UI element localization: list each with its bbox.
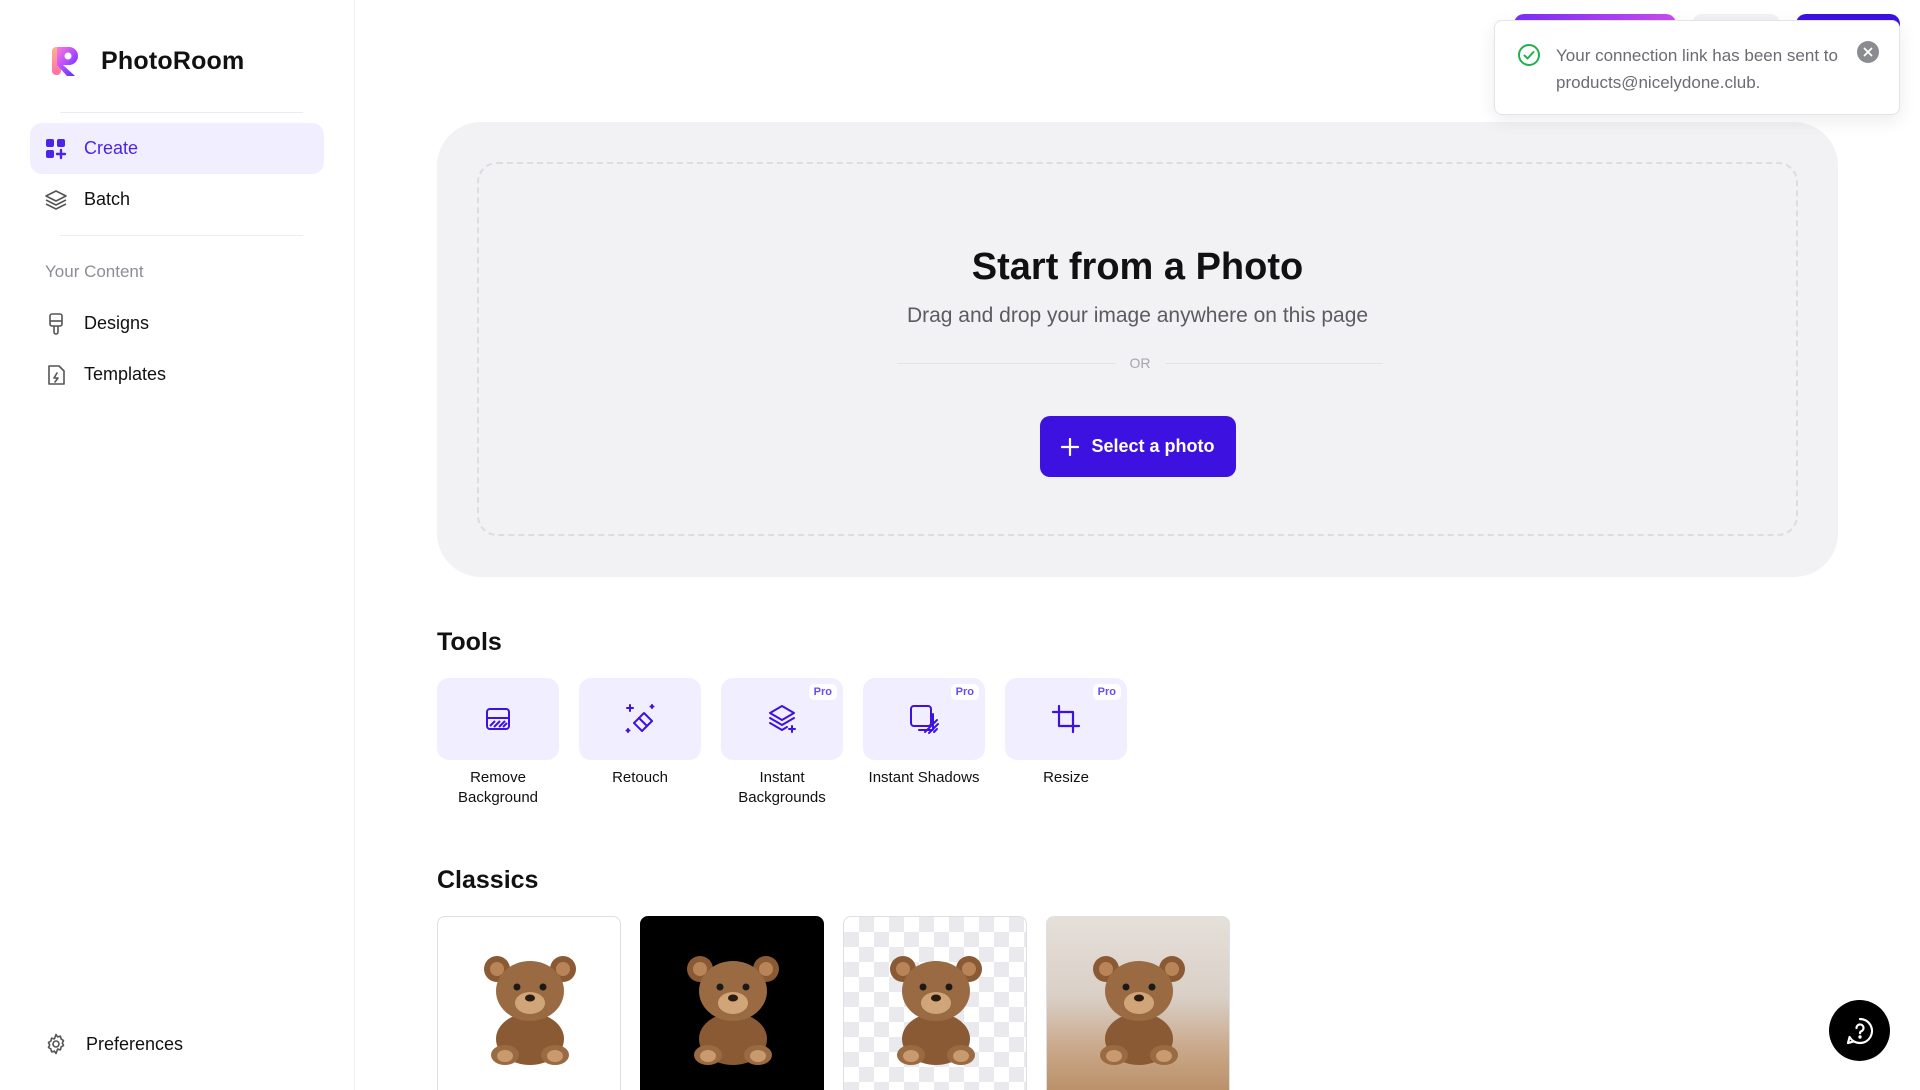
preferences-link[interactable]: Preferences — [44, 1032, 183, 1056]
gear-icon — [47, 1033, 65, 1055]
tool-tile[interactable]: Pro — [1005, 678, 1127, 760]
classics-title: Classics — [437, 866, 539, 894]
sidebar-divider — [60, 235, 303, 236]
teddy-bear-image — [484, 956, 576, 1065]
classic-transparent-background[interactable] — [843, 916, 1027, 1090]
close-icon[interactable] — [1857, 41, 1879, 63]
tool-tile[interactable] — [437, 678, 559, 760]
layers-sparkle-icon — [769, 705, 796, 733]
toast-notification: Your connection link has been sent to pr… — [1494, 20, 1900, 115]
select-photo-label: Select a photo — [1091, 436, 1215, 456]
classic-black-background[interactable] — [640, 916, 824, 1090]
classic-room-scene-background[interactable] — [1046, 916, 1230, 1090]
help-button[interactable] — [1829, 1000, 1890, 1061]
toast-message: Your connection link has been sent to pr… — [1556, 46, 1838, 92]
sidebar-divider — [60, 112, 303, 113]
brand-name: PhotoRoom — [101, 46, 245, 75]
pro-badge: Pro — [808, 684, 837, 700]
help-chat-icon — [1846, 1017, 1873, 1044]
teddy-bear-image — [890, 956, 982, 1065]
paintbrush-icon — [44, 312, 68, 336]
grid-plus-icon — [44, 137, 68, 161]
separator-line — [897, 362, 1116, 364]
tool-tile[interactable]: Pro — [721, 678, 843, 760]
brand[interactable]: PhotoRoom — [49, 43, 244, 79]
tool-tile[interactable]: Pro — [863, 678, 985, 760]
sidebar-item-label: Designs — [84, 313, 150, 333]
upload-title: Start from a Photo — [971, 246, 1304, 288]
tool-tile[interactable] — [579, 678, 701, 760]
sidebar-item-create[interactable]: Create — [30, 123, 324, 174]
upload-subtitle: Drag and drop your image anywhere on thi… — [906, 304, 1369, 327]
sidebar-item-label: Create — [84, 138, 139, 158]
photoroom-logo-icon — [52, 47, 78, 76]
tool-label: Resize — [1043, 769, 1089, 786]
plus-icon — [1061, 437, 1080, 456]
tool-label: Instant Shadows — [868, 769, 980, 786]
tool-resize[interactable]: Pro Resize — [1005, 678, 1127, 788]
upload-card: Start from a Photo Drag and drop your im… — [437, 122, 1838, 577]
pro-badge: Pro — [1092, 684, 1121, 700]
tool-instant-backgrounds[interactable]: Pro Instant Backgrounds — [721, 678, 843, 808]
tools-title: Tools — [437, 628, 502, 656]
remove-background-icon — [486, 708, 510, 730]
shadow-square-icon — [910, 705, 939, 734]
check-circle-icon — [1518, 44, 1540, 66]
your-content-label: Your Content — [45, 262, 144, 281]
tool-label: Instant Backgrounds — [738, 769, 826, 806]
tool-label: Remove Background — [457, 769, 539, 806]
separator-line — [1164, 362, 1383, 364]
pro-badge: Pro — [950, 684, 979, 700]
tool-retouch[interactable]: Retouch — [579, 678, 701, 788]
or-separator: OR — [897, 353, 1383, 373]
sidebar-item-label: Templates — [84, 364, 167, 384]
preferences-label: Preferences — [86, 1033, 184, 1054]
teddy-bear-image — [687, 956, 779, 1065]
classic-white-background[interactable] — [437, 916, 621, 1090]
sidebar-item-label: Batch — [84, 189, 131, 209]
sidebar-item-batch[interactable]: Batch — [30, 174, 324, 225]
crop-icon — [1051, 704, 1081, 734]
dropzone[interactable]: Start from a Photo Drag and drop your im… — [477, 162, 1798, 536]
select-photo-button[interactable]: Select a photo — [1040, 416, 1236, 477]
sidebar: PhotoRoom Create Batch Your Content Desi… — [0, 0, 355, 1090]
sidebar-item-templates[interactable]: Templates — [30, 349, 324, 400]
eraser-sparkle-icon — [625, 704, 655, 733]
layers-icon — [44, 188, 68, 212]
sidebar-item-designs[interactable]: Designs — [30, 298, 324, 349]
tool-instant-shadows[interactable]: Pro Instant Shadows — [863, 678, 985, 788]
or-label: OR — [1129, 355, 1151, 371]
template-file-icon — [44, 363, 68, 387]
teddy-bear-image — [1093, 956, 1185, 1065]
tool-remove-background[interactable]: Remove Background — [437, 678, 559, 808]
tool-label: Retouch — [612, 769, 668, 786]
